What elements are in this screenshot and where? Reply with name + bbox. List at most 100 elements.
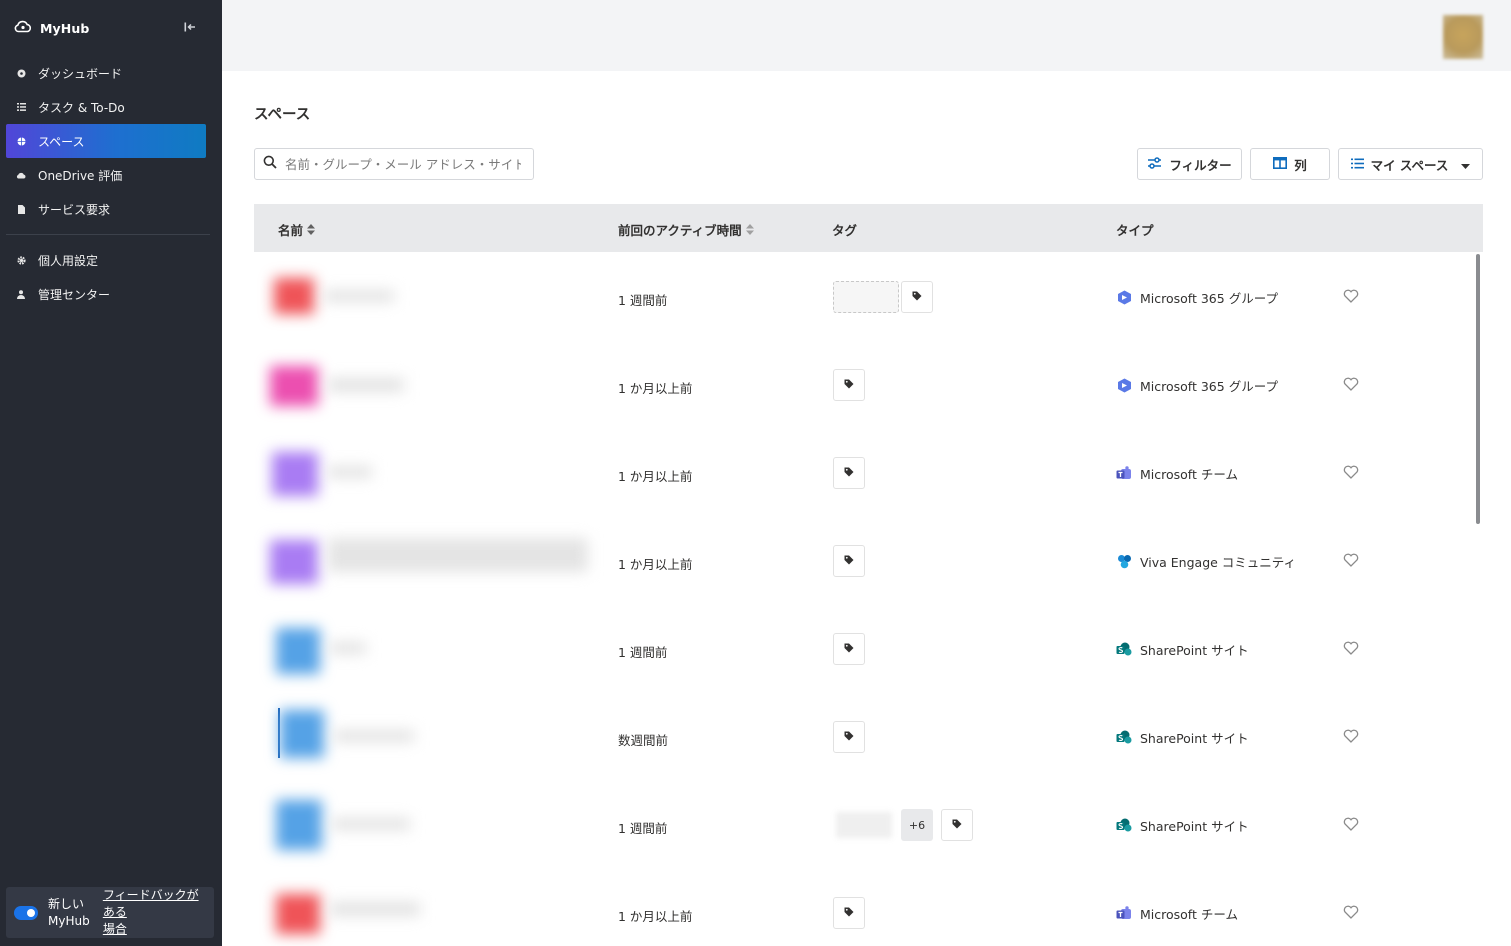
sort-icon[interactable] [745,224,754,235]
last-active-time: 1 か月以上前 [618,381,693,396]
column-header-type: タイプ [1116,220,1154,239]
app-name: MyHub [40,20,90,36]
table-row[interactable]: 1 週間前 SharePoint サイト [254,604,1483,692]
nav-divider [6,234,210,235]
column-header-name[interactable]: 名前 [278,220,316,239]
space-type: Microsoft 365 グループ [1116,288,1278,307]
space-type-label: SharePoint サイト [1140,731,1249,746]
sidebar-item-onedrive[interactable]: OneDrive 評価 [6,158,206,192]
add-tag-button[interactable] [833,369,865,401]
sidebar-item-spaces[interactable]: スペース [6,124,206,158]
page-title: スペース [254,107,311,123]
space-name-redacted[interactable] [328,538,588,572]
space-type: SharePoint サイト [1116,640,1249,659]
table-header: 名前 前回のアクティブ時間 タグ タイプ [254,204,1483,252]
person-icon [16,289,26,299]
space-name-redacted[interactable] [330,902,420,916]
favorite-heart-icon[interactable] [1341,638,1361,658]
space-name-redacted[interactable] [334,730,414,742]
space-type: Viva Engage コミュニティ [1116,552,1296,571]
sidebar: MyHub ダッシュボード タスク & To-Do スペース OneDrive … [0,0,222,946]
sort-icon[interactable] [307,224,316,235]
sidebar-item-label: タスク & To-Do [38,100,125,115]
sidebar-item-tasks[interactable]: タスク & To-Do [6,90,206,124]
add-tag-button[interactable] [833,633,865,665]
add-tag-button[interactable] [833,457,865,489]
search-input[interactable] [285,156,521,172]
sidebar-item-dashboard[interactable]: ダッシュボード [6,56,206,90]
space-type-label: Microsoft 365 グループ [1140,379,1278,394]
space-name-redacted[interactable] [328,378,404,392]
column-header-type-label: タイプ [1116,223,1154,238]
collapse-sidebar-icon[interactable] [182,19,198,35]
add-tag-button[interactable] [833,721,865,753]
document-icon [16,204,26,214]
tag-icon [844,642,854,657]
table-row[interactable]: 1 か月以上前 Microsoft 365 グループ [254,340,1483,428]
brand[interactable]: MyHub [14,18,89,38]
space-type-label: Viva Engage コミュニティ [1140,555,1297,570]
cloud-icon [16,170,26,180]
tag-chip[interactable] [836,812,892,838]
space-name-redacted[interactable] [328,466,372,478]
last-active-time: 1 週間前 [618,293,668,308]
favorite-heart-icon[interactable] [1341,462,1361,482]
sidebar-item-service-requests[interactable]: サービス要求 [6,192,206,226]
column-header-name-label: 名前 [278,223,304,238]
table-scrollbar[interactable] [1476,254,1480,524]
gear-icon [16,255,26,265]
tag-icon [844,730,854,745]
add-tag-button[interactable] [833,897,865,929]
space-type-label: Microsoft チーム [1140,467,1238,482]
my-spaces-dropdown[interactable]: マイ スペース [1338,148,1483,180]
sidebar-item-admin-center[interactable]: 管理センター [6,277,206,311]
favorite-heart-icon[interactable] [1341,286,1361,306]
sidebar-item-label: 管理センター [38,287,111,302]
tasks-icon [16,102,26,112]
space-type: SharePoint サイト [1116,816,1249,835]
my-spaces-label: マイ スペース [1370,157,1449,173]
filter-icon [1147,156,1162,172]
viva-engage-icon [1116,554,1132,570]
avatar[interactable] [1443,15,1483,59]
table-row[interactable]: 1 か月以上前 Viva Engage コミュニティ [254,516,1483,604]
more-tags-badge[interactable]: +6 [901,809,933,841]
dashboard-icon [16,68,26,78]
feedback-link[interactable]: フィードバックがある 場合 [103,887,206,938]
filter-button-label: フィルター [1169,157,1232,173]
sidebar-item-label: OneDrive 評価 [38,168,123,183]
add-tag-button[interactable] [833,545,865,577]
space-avatar [270,540,318,584]
sidebar-item-settings[interactable]: 個人用設定 [6,243,206,277]
last-active-time: 数週間前 [618,733,669,748]
table-row[interactable]: 1 か月以上前 Microsoft チーム [254,868,1483,946]
tag-icon [912,290,922,305]
table-row[interactable]: 1 週間前 +6 SharePoint サイト [254,780,1483,868]
tag-icon [844,466,854,481]
space-name-redacted[interactable] [324,290,394,302]
teams-icon [1116,466,1132,482]
table-row[interactable]: 1 週間前 Microsoft 365 グループ [254,252,1483,340]
space-name-redacted[interactable] [330,642,366,654]
favorite-heart-icon[interactable] [1341,902,1361,922]
filter-button[interactable]: フィルター [1137,148,1242,180]
add-tag-button[interactable] [901,281,933,313]
sidebar-nav: ダッシュボード タスク & To-Do スペース OneDrive 評価 サービ… [6,56,210,311]
favorite-heart-icon[interactable] [1341,726,1361,746]
tag-chip[interactable] [833,281,899,313]
columns-button[interactable]: 列 [1250,148,1330,180]
table-row[interactable]: 数週間前 SharePoint サイト [254,692,1483,780]
column-header-last-active[interactable]: 前回のアクティブ時間 [618,220,754,239]
new-myhub-toggle[interactable] [14,905,38,920]
search-box[interactable] [254,148,534,180]
add-tag-button[interactable] [941,809,973,841]
favorite-heart-icon[interactable] [1341,814,1361,834]
table-row[interactable]: 1 か月以上前 Microsoft チーム [254,428,1483,516]
last-active-time: 1 か月以上前 [618,909,693,924]
sharepoint-icon [1116,642,1132,658]
sidebar-item-label: ダッシュボード [38,66,123,81]
space-name-redacted[interactable] [332,818,410,830]
last-active-time: 1 週間前 [618,821,668,836]
favorite-heart-icon[interactable] [1341,550,1361,570]
favorite-heart-icon[interactable] [1341,374,1361,394]
